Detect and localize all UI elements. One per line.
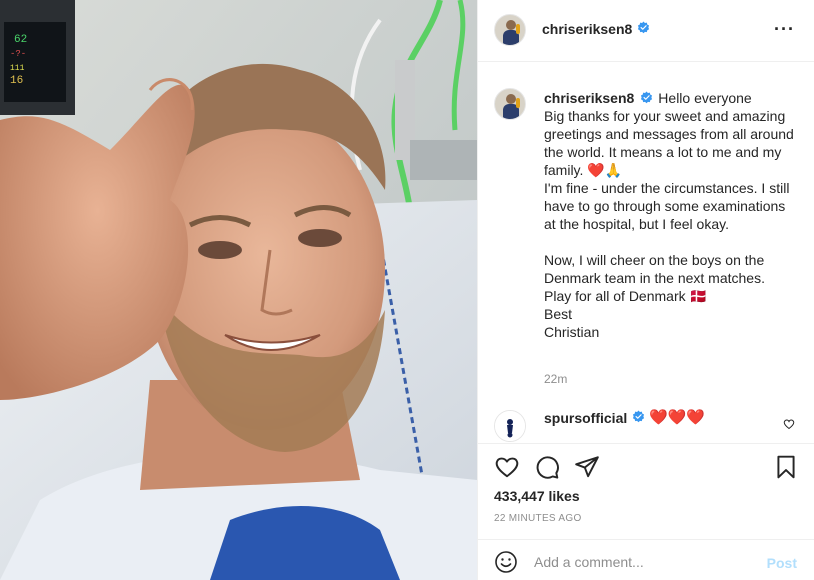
svg-text:-?-: -?-: [10, 49, 26, 59]
hospital-selfie-image: 62 -?- 111 16: [0, 0, 477, 580]
caption-section: chriseriksen8 Hello everyone Big thanks …: [478, 62, 814, 444]
author-avatar[interactable]: [494, 14, 526, 46]
svg-text:62: 62: [14, 34, 27, 46]
denmark-flag-emoji: 🇩🇰: [689, 288, 707, 304]
save-bookmark-icon[interactable]: [773, 454, 799, 480]
post-actions: 433,447 likes 22 MINUTES AGO: [478, 443, 814, 524]
post-header: chriseriksen8 ···: [478, 0, 814, 62]
caption-line-7: Christian: [544, 324, 600, 340]
likes-count[interactable]: 433,447 likes: [494, 488, 580, 504]
caption-line-4: Now, I will cheer on the boys on the Den…: [544, 252, 765, 286]
caption-line-6: Best: [544, 306, 573, 322]
author-username[interactable]: chriseriksen8: [542, 21, 632, 37]
verified-icon: [641, 91, 653, 104]
caption-time-ago[interactable]: 22m: [544, 372, 567, 386]
post-comment-button[interactable]: Post: [767, 555, 797, 571]
caption-line-5: Play for all of Denmark: [544, 288, 686, 304]
post-caption: chriseriksen8 Hello everyone Big thanks …: [544, 89, 799, 341]
caption-username[interactable]: chriseriksen8: [544, 90, 634, 106]
svg-text:111: 111: [10, 64, 25, 73]
comment-item: spursofficial ❤️❤️❤️: [478, 402, 814, 442]
comment-hearts: ❤️❤️❤️: [649, 409, 706, 426]
commenter-username[interactable]: spursofficial: [544, 410, 627, 426]
comment-like-heart-icon[interactable]: [783, 418, 795, 430]
add-comment-bar: Post: [478, 539, 814, 580]
instagram-post: 62 -?- 111 16 chriseriksen8 ··· chriseri…: [0, 0, 814, 580]
post-timestamp[interactable]: 22 MINUTES AGO: [494, 513, 582, 524]
emoji-smiley-icon[interactable]: [494, 550, 518, 574]
comment-text: ❤️❤️❤️: [632, 408, 705, 426]
comment-bubble-icon[interactable]: [534, 454, 560, 480]
heart-pray-emoji: ❤️🙏: [587, 162, 623, 178]
post-side-panel: chriseriksen8 ··· chriseriksen8 Hello ev…: [477, 0, 814, 580]
caption-author-avatar[interactable]: [494, 88, 526, 120]
verified-icon: [632, 410, 645, 423]
commenter-avatar[interactable]: [494, 410, 526, 442]
share-send-icon[interactable]: [574, 454, 600, 480]
verified-badge: [633, 20, 650, 38]
caption-line-3: I'm fine - under the circumstances. I st…: [544, 180, 790, 232]
post-photo[interactable]: 62 -?- 111 16: [0, 0, 477, 580]
verified-icon: [637, 21, 650, 34]
comment-input[interactable]: [534, 552, 744, 572]
more-horizontal-icon[interactable]: ···: [774, 20, 795, 38]
caption-line-1: Hello everyone: [658, 90, 752, 106]
spurs-logo-icon: [495, 411, 525, 441]
caption-line-2: Big thanks for your sweet and amazing gr…: [544, 108, 794, 178]
svg-text:16: 16: [10, 75, 23, 87]
like-heart-icon[interactable]: [494, 454, 520, 480]
